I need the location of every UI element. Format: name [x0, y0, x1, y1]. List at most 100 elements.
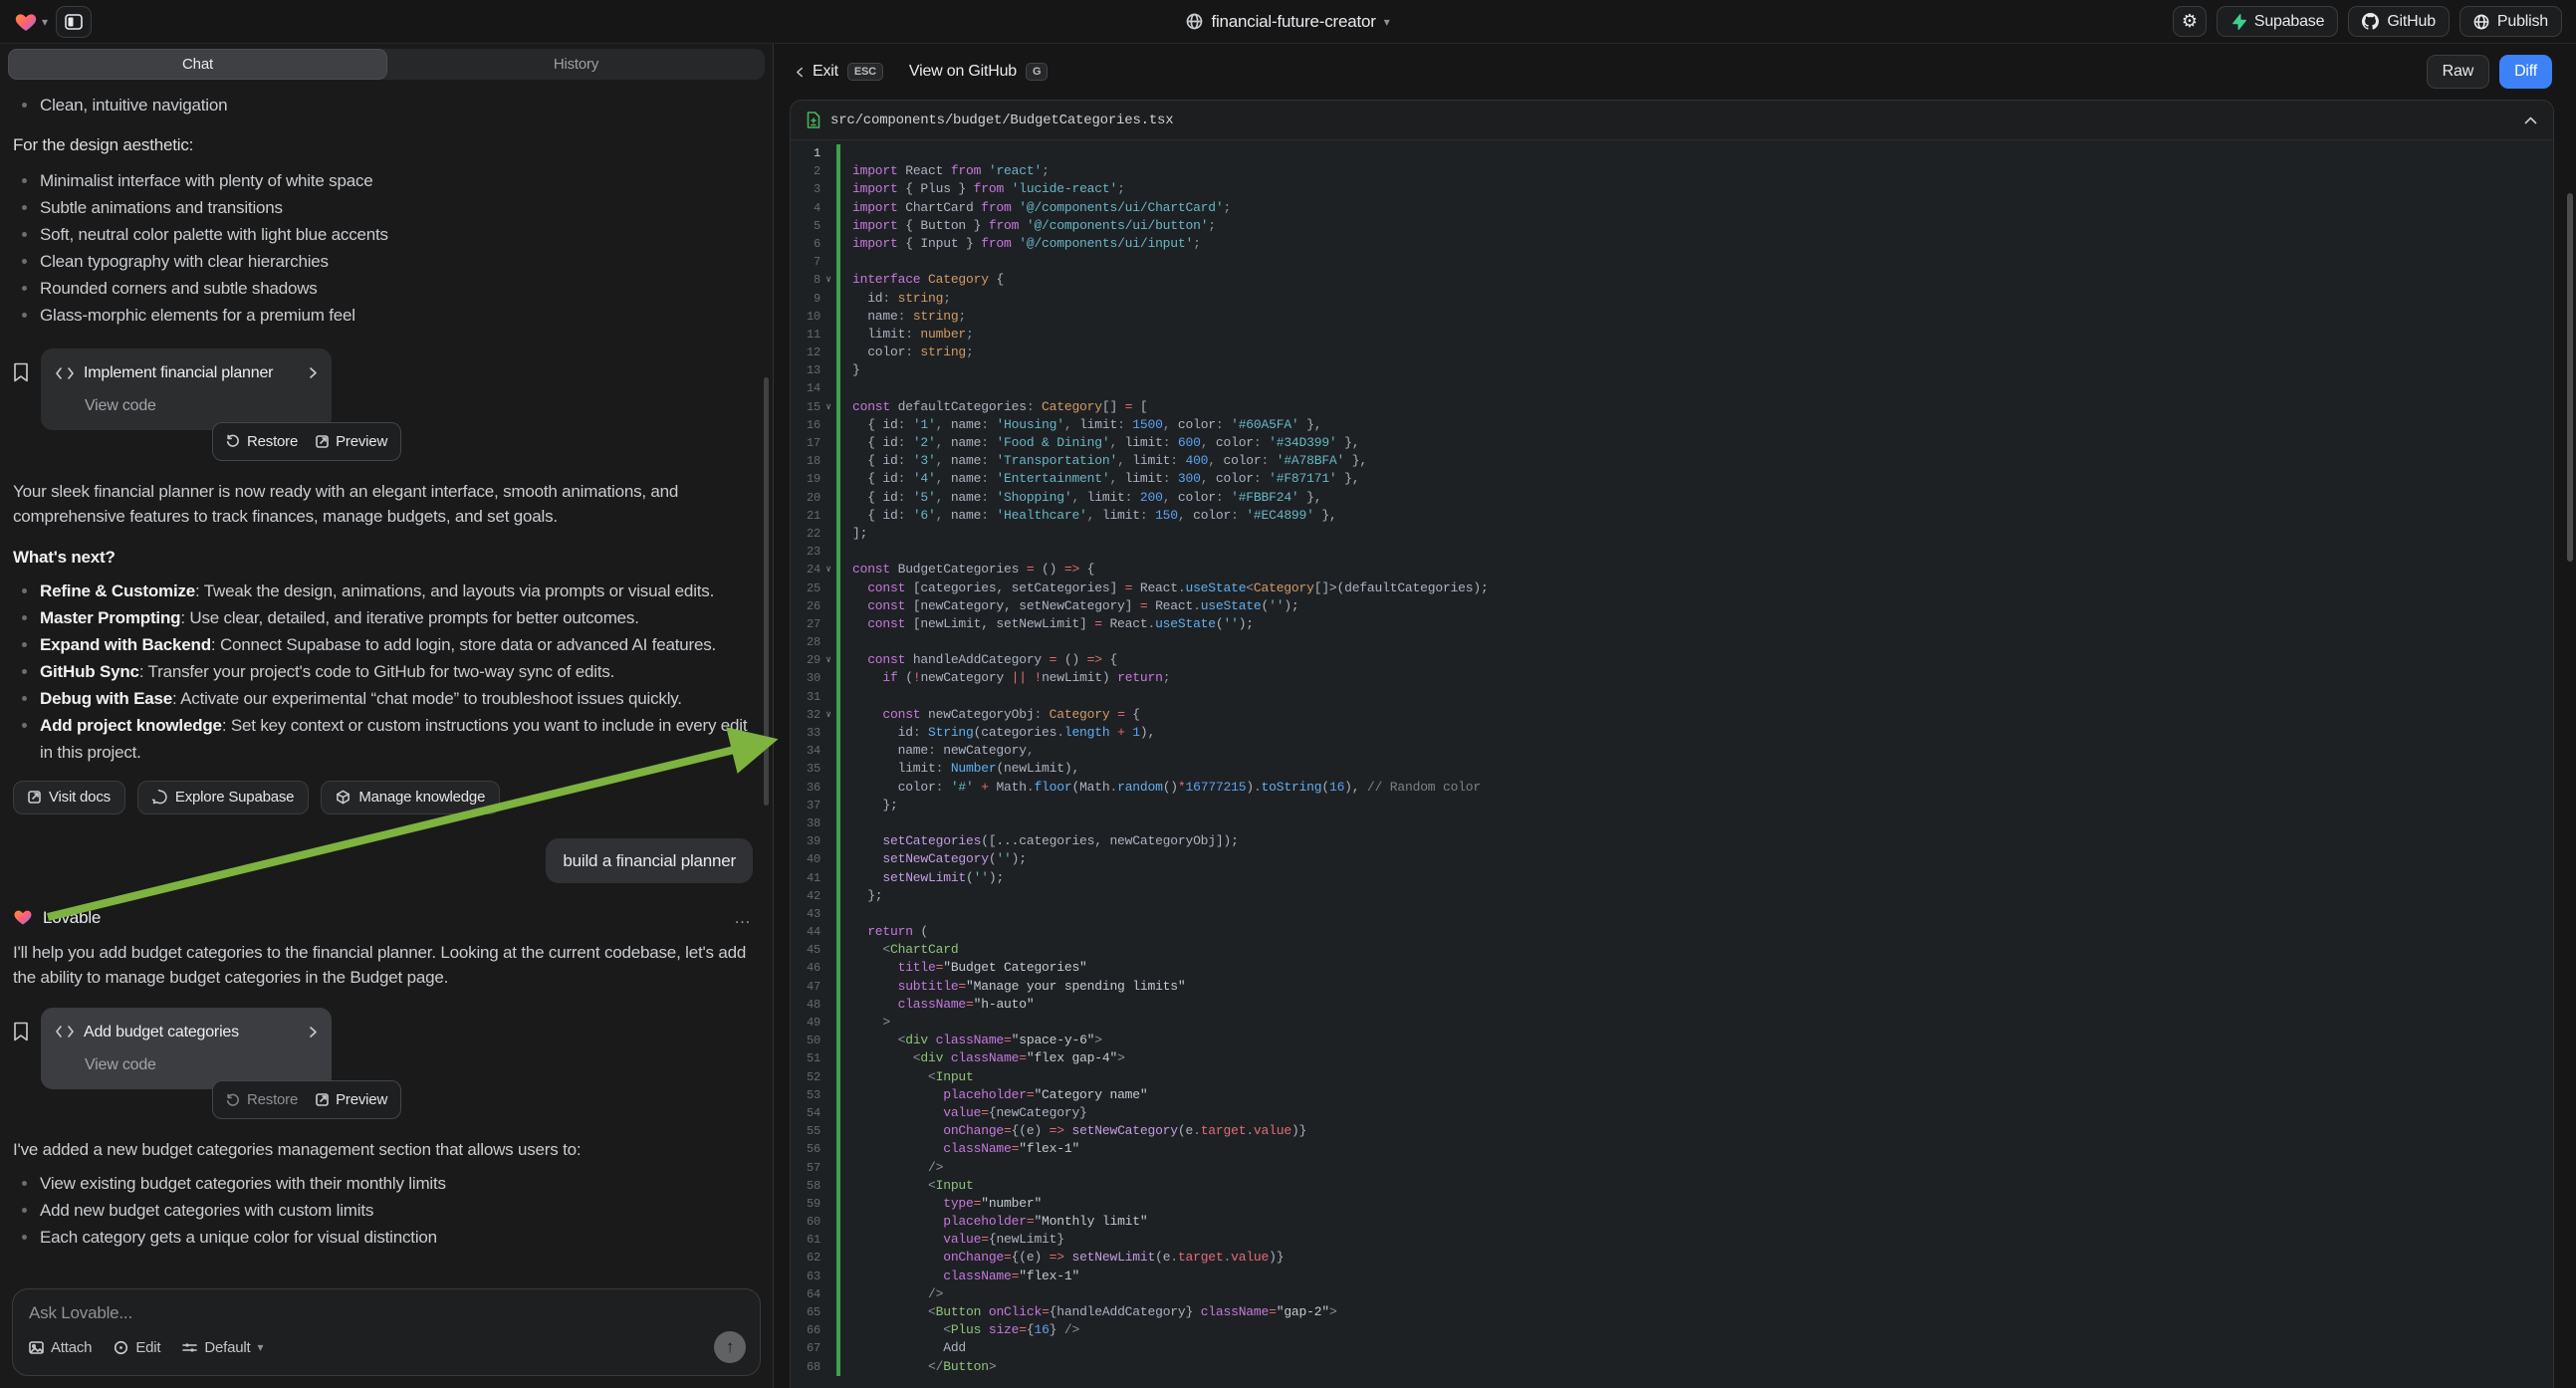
view-code-link[interactable]: View code: [85, 1052, 318, 1077]
code-line[interactable]: 35 limit: Number(newLimit),: [791, 760, 2553, 778]
code-line[interactable]: 62 onChange={(e) => setNewLimit(e.target…: [791, 1249, 2553, 1267]
code-line[interactable]: 49 >: [791, 1014, 2553, 1032]
code-line[interactable]: 10 name: string;: [791, 308, 2553, 326]
code-line[interactable]: 58 <Input: [791, 1177, 2553, 1195]
code-line[interactable]: 23: [791, 543, 2553, 561]
code-line[interactable]: 33 id: String(categories.length + 1),: [791, 724, 2553, 742]
code-line[interactable]: 4import ChartCard from '@/components/ui/…: [791, 199, 2553, 217]
code-line[interactable]: 38: [791, 814, 2553, 832]
code-line[interactable]: 12 color: string;: [791, 344, 2553, 361]
code-line[interactable]: 29∨ const handleAddCategory = () => {: [791, 651, 2553, 669]
code-line[interactable]: 61 value={newLimit}: [791, 1231, 2553, 1249]
attach-button[interactable]: Attach: [29, 1339, 92, 1356]
code-line[interactable]: 18 { id: '3', name: 'Transportation', li…: [791, 452, 2553, 470]
settings-button[interactable]: ⚙: [2173, 6, 2207, 37]
tab-history[interactable]: History: [387, 49, 765, 80]
code-line[interactable]: 43: [791, 905, 2553, 923]
code-line[interactable]: 55 onChange={(e) => setNewCategory(e.tar…: [791, 1122, 2553, 1140]
code-line[interactable]: 6import { Input } from '@/components/ui/…: [791, 235, 2553, 253]
chat-message-list[interactable]: Clean, intuitive navigation For the desi…: [0, 80, 773, 1278]
code-line[interactable]: 60 placeholder="Monthly limit": [791, 1213, 2553, 1231]
code-line[interactable]: 59 type="number": [791, 1195, 2553, 1213]
chat-composer[interactable]: Ask Lovable... Attach Edit Default ▾ ↑: [12, 1288, 761, 1376]
code-line[interactable]: 50 <div className="space-y-6">: [791, 1032, 2553, 1049]
code-line[interactable]: 26 const [newCategory, setNewCategory] =…: [791, 597, 2553, 615]
code-editor[interactable]: 12import React from 'react';3import { Pl…: [791, 140, 2553, 1388]
restore-button[interactable]: Restore: [226, 429, 298, 454]
code-line[interactable]: 41 setNewLimit('');: [791, 869, 2553, 887]
code-line[interactable]: 36 color: '#' + Math.floor(Math.random()…: [791, 779, 2553, 797]
publish-button[interactable]: Publish: [2459, 6, 2562, 37]
version-card-implement-financial-planner[interactable]: Implement financial planner View code: [41, 348, 332, 430]
chat-input[interactable]: Ask Lovable...: [29, 1303, 746, 1323]
code-line[interactable]: 67 Add: [791, 1339, 2553, 1357]
code-line[interactable]: 37 };: [791, 797, 2553, 814]
view-on-github-button[interactable]: View on GitHub G: [909, 63, 1048, 81]
code-line[interactable]: 9 id: string;: [791, 290, 2553, 308]
code-line[interactable]: 5import { Button } from '@/components/ui…: [791, 217, 2553, 235]
code-line[interactable]: 19 { id: '4', name: 'Entertainment', lim…: [791, 470, 2553, 488]
raw-toggle-button[interactable]: Raw: [2427, 55, 2489, 89]
chat-scrollbar[interactable]: [764, 377, 769, 806]
code-line[interactable]: 51 <div className="flex gap-4">: [791, 1049, 2553, 1067]
code-line[interactable]: 14: [791, 379, 2553, 397]
message-more-menu[interactable]: …: [734, 905, 753, 930]
code-line[interactable]: 65 <Button onClick={handleAddCategory} c…: [791, 1303, 2553, 1321]
lovable-logo-menu[interactable]: ▾: [14, 10, 48, 34]
code-line[interactable]: 48 className="h-auto": [791, 996, 2553, 1014]
code-line[interactable]: 28: [791, 633, 2553, 651]
code-line[interactable]: 25 const [categories, setCategories] = R…: [791, 579, 2553, 597]
code-line[interactable]: 64 />: [791, 1285, 2553, 1303]
code-line[interactable]: 31: [791, 688, 2553, 706]
code-line[interactable]: 1: [791, 144, 2553, 162]
diff-toggle-button[interactable]: Diff: [2499, 55, 2552, 89]
code-line[interactable]: 21 { id: '6', name: 'Healthcare', limit:…: [791, 507, 2553, 525]
code-line[interactable]: 27 const [newLimit, setNewLimit] = React…: [791, 615, 2553, 633]
send-button[interactable]: ↑: [714, 1331, 746, 1363]
view-code-link[interactable]: View code: [85, 393, 318, 418]
collapse-file-button[interactable]: [2524, 116, 2537, 124]
code-line[interactable]: 7: [791, 253, 2553, 271]
tab-chat[interactable]: Chat: [8, 49, 387, 80]
mode-selector[interactable]: Default ▾: [182, 1339, 263, 1356]
code-scrollbar[interactable]: [2567, 193, 2573, 562]
visit-docs-button[interactable]: Visit docs: [13, 781, 125, 814]
code-line[interactable]: 42 };: [791, 887, 2553, 905]
code-line[interactable]: 20 { id: '5', name: 'Shopping', limit: 2…: [791, 489, 2553, 507]
github-button[interactable]: GitHub: [2348, 6, 2450, 37]
project-switcher[interactable]: financial-future-creator ▾: [432, 12, 2144, 32]
version-card-add-budget-categories[interactable]: Add budget categories View code: [41, 1008, 332, 1089]
code-line[interactable]: 24∨const BudgetCategories = () => {: [791, 561, 2553, 578]
code-line[interactable]: 30 if (!newCategory || !newLimit) return…: [791, 669, 2553, 687]
code-line[interactable]: 13}: [791, 361, 2553, 379]
code-line[interactable]: 16 { id: '1', name: 'Housing', limit: 15…: [791, 416, 2553, 434]
code-line[interactable]: 63 className="flex-1": [791, 1268, 2553, 1285]
code-line[interactable]: 68 </Button>: [791, 1358, 2553, 1376]
code-line[interactable]: 52 <Input: [791, 1068, 2553, 1086]
code-line[interactable]: 40 setNewCategory('');: [791, 850, 2553, 868]
edit-button[interactable]: Edit: [114, 1339, 160, 1356]
code-line[interactable]: 56 className="flex-1": [791, 1140, 2553, 1158]
restore-button[interactable]: Restore: [226, 1087, 298, 1112]
code-line[interactable]: 8∨interface Category {: [791, 271, 2553, 289]
explore-supabase-button[interactable]: Explore Supabase: [137, 781, 309, 814]
code-line[interactable]: 46 title="Budget Categories": [791, 959, 2553, 977]
code-line[interactable]: 39 setCategories([...categories, newCate…: [791, 832, 2553, 850]
code-line[interactable]: 66 <Plus size={16} />: [791, 1321, 2553, 1339]
code-line[interactable]: 15∨const defaultCategories: Category[] =…: [791, 398, 2553, 416]
code-line[interactable]: 53 placeholder="Category name": [791, 1086, 2553, 1104]
code-line[interactable]: 17 { id: '2', name: 'Food & Dining', lim…: [791, 434, 2553, 452]
code-line[interactable]: 44 return (: [791, 923, 2553, 941]
exit-button[interactable]: Exit ESC: [796, 63, 883, 81]
file-header[interactable]: src/components/budget/BudgetCategories.t…: [791, 101, 2553, 140]
preview-button[interactable]: Preview: [316, 429, 387, 454]
preview-button[interactable]: Preview: [316, 1087, 387, 1112]
supabase-button[interactable]: Supabase: [2217, 6, 2338, 37]
code-line[interactable]: 54 value={newCategory}: [791, 1104, 2553, 1122]
code-line[interactable]: 32∨ const newCategoryObj: Category = {: [791, 706, 2553, 724]
code-line[interactable]: 2import React from 'react';: [791, 162, 2553, 180]
code-line[interactable]: 11 limit: number;: [791, 326, 2553, 344]
code-line[interactable]: 3import { Plus } from 'lucide-react';: [791, 180, 2553, 198]
toggle-sidebar-button[interactable]: [56, 6, 92, 38]
code-line[interactable]: 47 subtitle="Manage your spending limits…: [791, 978, 2553, 996]
